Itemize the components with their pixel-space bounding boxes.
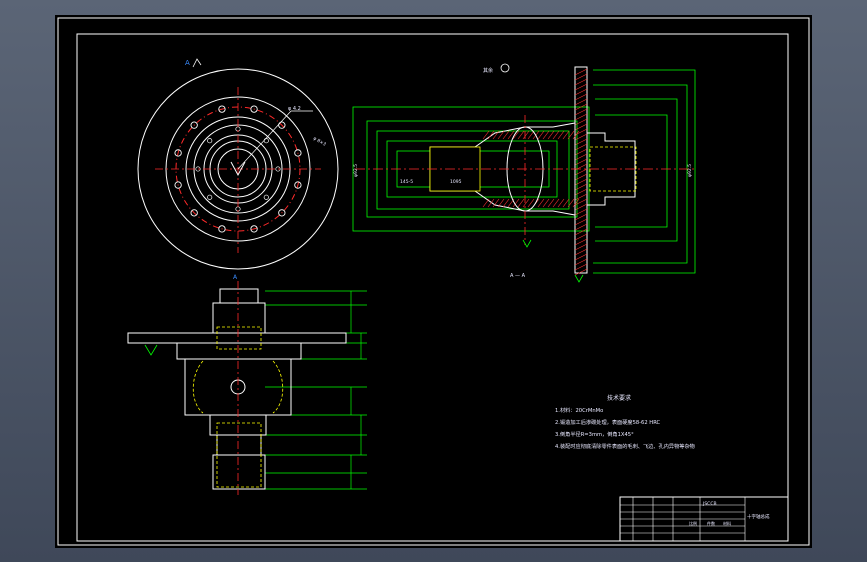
hub-collar	[176, 342, 302, 360]
hatch-line	[527, 198, 535, 208]
tb-scale-label: 比例	[689, 520, 697, 526]
side-flange-plate	[127, 332, 347, 344]
section-label: A — A	[510, 273, 526, 279]
hatch-line	[574, 98, 588, 106]
callout-vertical-dim-right: φ92.5	[687, 164, 693, 177]
dim-box-flange-1	[593, 69, 696, 274]
callout-pitch-circle: φ 8×3	[312, 136, 327, 148]
inner-hole	[263, 138, 269, 144]
side-view[interactable]: A	[127, 274, 367, 495]
hatch-line	[557, 130, 565, 140]
hatch-line	[517, 198, 525, 208]
hatch-line	[502, 198, 510, 208]
hatch-line	[574, 88, 588, 96]
hatch-line	[574, 113, 588, 121]
front-view[interactable]: φ 4.2 φ 8×3 A	[137, 58, 339, 270]
note-line-2: 2.锻造加工后渗碳处理，表面硬度58-62 HRC	[555, 418, 661, 426]
section-view[interactable]: 145-5 1095 φ92.5 φ92.5 其余 A — A	[352, 63, 696, 283]
side-section-mark: A	[233, 274, 238, 281]
datum-mark	[144, 344, 158, 356]
section-mark-a: A	[185, 59, 190, 67]
inner-hole	[207, 194, 213, 200]
hatch-line	[572, 198, 580, 208]
title-block[interactable]: JSCCB 十字轴总成 比例 件数 材料	[619, 496, 789, 542]
hatch-line	[517, 130, 525, 140]
tb-part-name: 十字轴总成	[747, 513, 770, 520]
hatch-line	[574, 73, 588, 81]
hatch-line	[574, 218, 588, 226]
technical-notes: 技术要求 1.材料：20CrMnMo 2.锻造加工后渗碳处理，表面硬度58-62…	[555, 394, 695, 450]
hatch-line	[547, 130, 555, 140]
hatch-line	[552, 198, 560, 208]
callout-section-dim-1: 145-5	[400, 179, 413, 185]
drawing-canvas[interactable]: φ 4.2 φ 8×3 A 145-5 1095 φ92.5 φ92.5 其余 …	[55, 15, 812, 548]
hatch-line	[487, 130, 495, 140]
hatch-line	[574, 258, 588, 266]
roughness-mark-flange	[574, 274, 584, 283]
hatch-line	[574, 83, 588, 91]
hatch-line	[574, 108, 588, 116]
hatch-line	[574, 253, 588, 261]
roughness-circle-icon	[500, 63, 510, 73]
hatch-line	[537, 198, 545, 208]
bolt-hole	[294, 149, 302, 157]
hatch-line	[572, 130, 580, 140]
note-line-4: 4.装配时应彻底清除零件表面的毛刺、飞边、孔内异物等杂物	[555, 442, 695, 450]
section-arrow	[192, 58, 202, 68]
lower-shaft-2	[216, 434, 262, 456]
hatch-line	[562, 198, 570, 208]
hatch-line	[547, 198, 555, 208]
inner-border	[76, 33, 789, 542]
hatch-line	[574, 263, 588, 271]
dim-box-flange-2	[593, 84, 688, 264]
hatch-line	[574, 68, 588, 76]
hatch-line	[574, 93, 588, 101]
hatch-line	[522, 130, 530, 140]
outer-border	[57, 17, 810, 546]
note-line-1: 1.材料：20CrMnMo	[555, 406, 603, 414]
hatch-line	[574, 243, 588, 251]
top-stub-cap	[219, 288, 259, 304]
hatch-line	[574, 228, 588, 236]
hatch-line	[557, 198, 565, 208]
hidden-bore-top	[216, 326, 262, 350]
title-block-grid	[620, 497, 746, 541]
inner-hole	[263, 194, 269, 200]
hatch-line	[492, 130, 500, 140]
hatch-line	[522, 198, 530, 208]
hatch-line	[574, 248, 588, 256]
dim-box-flange-3	[595, 98, 678, 242]
callout-vertical-dim-left: φ92.5	[353, 164, 359, 177]
hatch-line	[562, 130, 570, 140]
top-stub-body	[212, 302, 266, 334]
hatch-line	[552, 130, 560, 140]
dim-box-flange-4	[595, 114, 668, 228]
lower-shaft-3	[212, 454, 266, 490]
hatch-line	[542, 130, 550, 140]
bolt-hole	[250, 105, 258, 113]
tb-qty-label: 件数	[707, 520, 715, 526]
roughness-mark-bottom	[522, 239, 532, 248]
cad-application: φ 4.2 φ 8×3 A 145-5 1095 φ92.5 φ92.5 其余 …	[0, 0, 867, 562]
hatch-line	[574, 233, 588, 241]
drawing-sheet: φ 4.2 φ 8×3 A 145-5 1095 φ92.5 φ92.5 其余 …	[55, 15, 812, 548]
side-view-dimensions	[265, 290, 367, 490]
note-line-3: 3.倒角半径R=3mm，倒角1X45°	[555, 430, 634, 438]
callout-bolt-circle: φ 4.2	[288, 106, 301, 112]
hatch-line	[574, 238, 588, 246]
hatch-line	[537, 130, 545, 140]
hatch-line	[574, 223, 588, 231]
tb-material-label: 材料	[723, 520, 731, 526]
hatch-line	[502, 130, 510, 140]
roughness-note: 其余	[483, 67, 493, 74]
hatch-line	[482, 198, 490, 208]
hatch-line	[574, 78, 588, 86]
hatch-line	[542, 198, 550, 208]
tb-drawing-no: JSCCB	[702, 501, 717, 507]
hatch-line	[527, 130, 535, 140]
callout-section-dim-2: 1095	[450, 179, 462, 185]
inner-hole	[207, 138, 213, 144]
hatch-line	[574, 268, 588, 276]
notes-title: 技术要求	[607, 394, 631, 402]
